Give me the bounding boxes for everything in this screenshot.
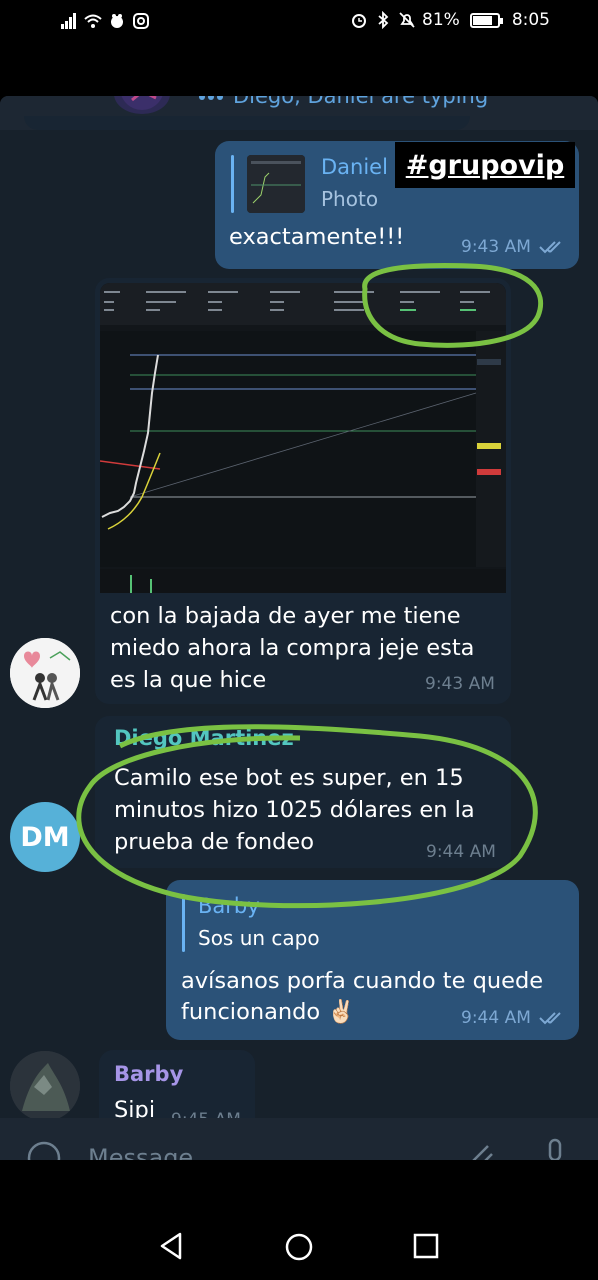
attach-icon[interactable]: [462, 1136, 498, 1160]
wifi-icon: [84, 14, 102, 28]
alarm-icon: [352, 14, 367, 28]
clock: 8:05: [511, 10, 550, 30]
microphone-icon[interactable]: [540, 1136, 570, 1160]
message-composer[interactable]: Message: [0, 1118, 598, 1160]
back-icon[interactable]: [158, 1232, 184, 1260]
status-left-icons: [60, 12, 150, 30]
mute-bell-icon: [399, 12, 415, 28]
status-bar: 81% 8:05: [0, 0, 598, 46]
instagram-icon: [133, 13, 149, 29]
battery-percent: 81%: [422, 10, 460, 30]
signal-icon: [61, 13, 76, 29]
emoji-icon[interactable]: [26, 1140, 62, 1160]
system-nav-bar: [0, 1160, 598, 1280]
hashtag-overlay: #grupovip: [395, 142, 575, 188]
recents-icon[interactable]: [413, 1233, 439, 1259]
chat-area[interactable]: Diego, Daniel are typing Daniel Photo ex…: [0, 96, 598, 1160]
battery-level: [472, 15, 492, 25]
home-icon[interactable]: [284, 1232, 314, 1262]
message-input[interactable]: Message: [88, 1144, 193, 1160]
highlight-circle-annotation: [76, 263, 544, 909]
bluetooth-icon: [378, 11, 389, 29]
status-right: 81% 8:05: [350, 10, 550, 30]
battery-icon: [469, 12, 503, 28]
notification-app-icon: [111, 14, 123, 28]
